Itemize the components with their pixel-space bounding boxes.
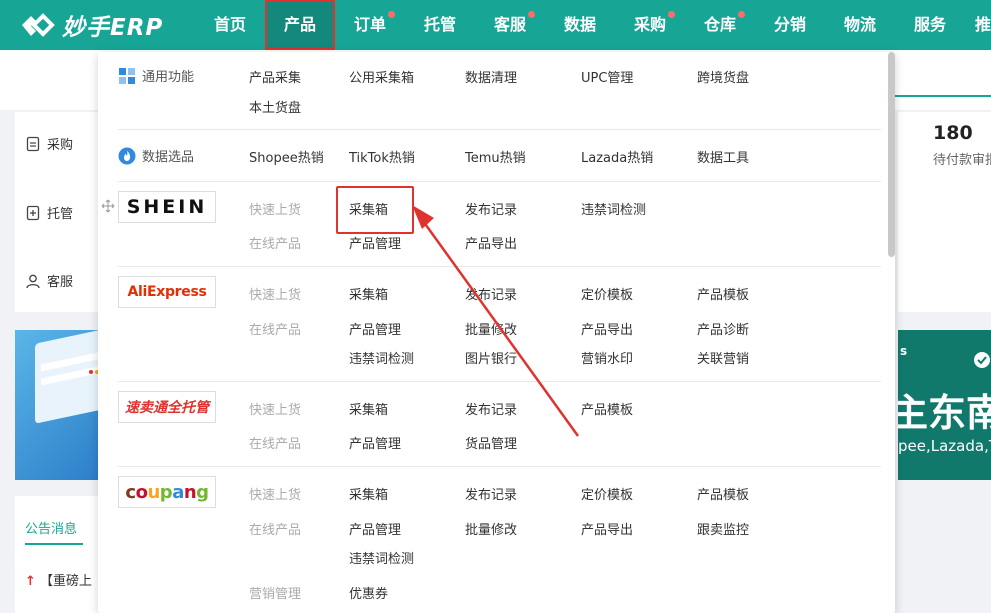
banner-illustration — [35, 330, 98, 423]
stat-label: 待付款审批 — [933, 153, 991, 168]
notice-tab-underline — [25, 543, 83, 545]
active-tab-indicator — [895, 95, 991, 97]
nav-home[interactable]: 首页 — [205, 0, 255, 50]
banner-headline: 主东南 — [898, 391, 991, 435]
annotation-arrow-icon — [412, 205, 580, 437]
nav-product[interactable]: 产品 — [265, 0, 335, 50]
nav-purchase-label: 采购 — [633, 15, 666, 34]
nav-managed[interactable]: 托管 — [415, 0, 465, 50]
banner-corner-text: s — [900, 344, 908, 358]
quick-entry-managed[interactable]: 托管 — [25, 203, 73, 222]
notification-dot — [388, 11, 395, 18]
nav-services[interactable]: 服务 — [905, 0, 955, 50]
nav-cs-label: 客服 — [493, 15, 526, 34]
quick-entry-label: 客服 — [47, 275, 74, 290]
app-name: 妙手ERP — [62, 15, 164, 41]
document-icon — [26, 136, 40, 151]
notice-card: 公告消息 ↑ 【重磅上 — [15, 496, 98, 613]
notification-dot — [668, 11, 675, 18]
quick-entry-card: 采购 托管 客服 — [15, 112, 98, 312]
stats-card: 180 待付款审批 — [898, 112, 991, 312]
stat-value: 180 — [933, 122, 973, 144]
logo-icon — [22, 13, 55, 37]
app-logo[interactable]: 妙手ERP — [14, 8, 163, 42]
notice-item-text: 【重磅上 — [40, 574, 93, 589]
nav-promote[interactable]: 推 — [975, 0, 991, 50]
nav-logistics[interactable]: 物流 — [835, 0, 885, 50]
notice-item[interactable]: ↑ 【重磅上 — [25, 570, 92, 589]
quick-entry-purchase[interactable]: 采购 — [25, 134, 73, 153]
nav-customer-service[interactable]: 客服 — [485, 0, 535, 50]
nav-warehouse[interactable]: 仓库 — [695, 0, 745, 50]
user-icon — [26, 274, 40, 288]
quick-entry-cs[interactable]: 客服 — [25, 271, 73, 290]
promo-banner-right[interactable]: s 主东南 pee,Lazada,T — [898, 330, 991, 480]
nav-orders[interactable]: 订单 — [345, 0, 395, 50]
banner-subtext: pee,Lazada,T — [898, 437, 991, 455]
pin-up-icon: ↑ — [25, 574, 36, 589]
notification-dot — [738, 11, 745, 18]
nav-purchase[interactable]: 采购 — [625, 0, 675, 50]
nav-data[interactable]: 数据 — [555, 0, 605, 50]
nav-distribution[interactable]: 分销 — [765, 0, 815, 50]
nav-orders-label: 订单 — [353, 15, 386, 34]
upload-doc-icon — [26, 205, 40, 220]
notice-tab[interactable]: 公告消息 — [25, 518, 77, 537]
promo-banner-left[interactable] — [15, 330, 98, 480]
notification-dot — [528, 11, 535, 18]
product-dropdown-menu: 通用功能 产品采集 公用采集箱 数据清理 UPC管理 跨境货盘 本土货盘 数据选… — [98, 52, 895, 613]
quick-entry-label: 托管 — [47, 207, 74, 222]
nav-warehouse-label: 仓库 — [703, 15, 736, 34]
quick-entry-label: 采购 — [47, 138, 74, 153]
check-icon — [974, 352, 990, 368]
top-nav-bar: 妙手ERP 首页 产品 订单 托管 客服 数据 采购 仓库 分销 物流 服务 推 — [0, 0, 991, 50]
